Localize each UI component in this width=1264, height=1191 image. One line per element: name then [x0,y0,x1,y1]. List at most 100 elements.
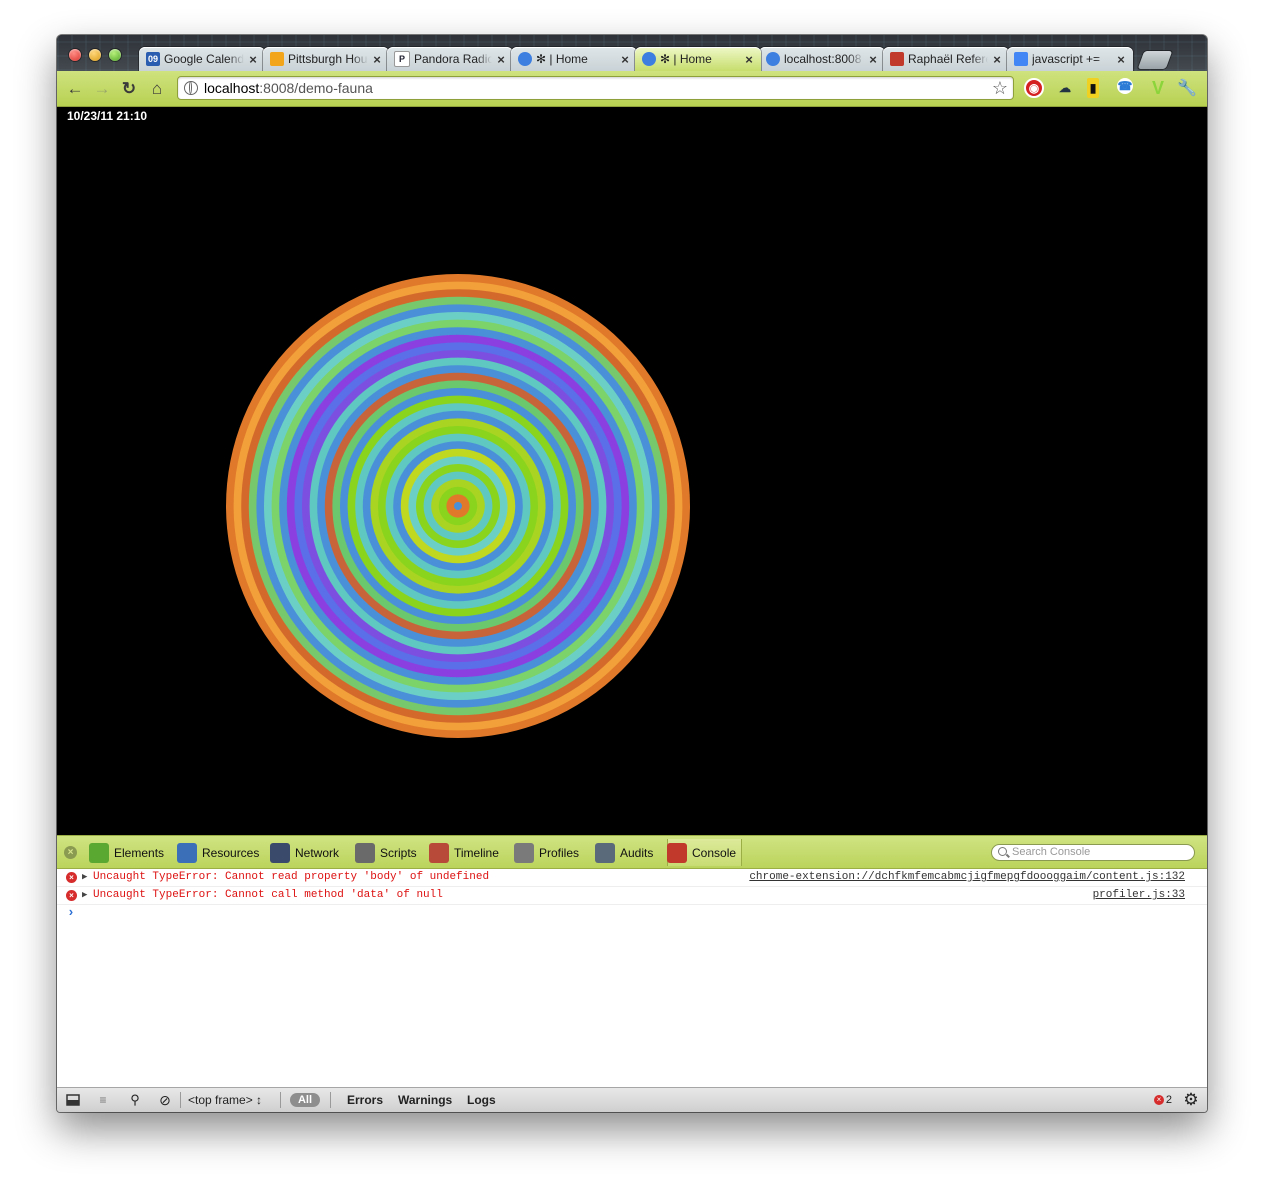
devtools-close-icon[interactable]: × [64,846,77,859]
separator [180,1092,181,1108]
url-path: :8008/demo-fauna [259,80,373,96]
elements-icon [89,842,109,863]
audits-icon [595,842,615,863]
cloud-extension-icon[interactable]: ☁ [1055,78,1075,98]
stop-extension-icon[interactable]: ◉ [1024,78,1044,98]
close-tab-icon[interactable]: × [247,52,259,67]
close-tab-icon[interactable]: × [991,52,1003,67]
zoom-window-button[interactable] [109,49,121,61]
devtools-tab-label: Scripts [380,845,417,860]
error-text: Uncaught TypeError: Cannot call method '… [93,889,443,901]
expand-triangle-icon[interactable]: ▶ [82,869,87,886]
tab-title: Pittsburgh Hourly [288,52,368,66]
frame-selector-label: <top frame> [188,1093,253,1107]
devtools-tab-timeline[interactable]: Timeline [429,839,499,866]
search-icon[interactable]: ⚲ [127,1092,143,1108]
globe-icon [184,81,198,95]
close-tab-icon[interactable]: × [619,52,631,67]
close-tab-icon[interactable]: × [867,52,879,67]
bookmark-star-icon[interactable]: ☆ [992,78,1008,99]
browser-tab[interactable]: 09 Google Calendar× [139,47,265,71]
filter-warnings-button[interactable]: Warnings [398,1093,452,1107]
tab-title: Pandora Radio [414,52,492,66]
devtools-tab-label: Audits [620,845,654,860]
devtools-tab-resources[interactable]: Resources [177,839,259,866]
error-text: Uncaught TypeError: Cannot read property… [93,871,490,883]
timeline-icon [429,842,449,863]
separator [330,1092,331,1108]
devtools-tab-label: Console [692,845,737,860]
page-content: 10/23/11 21:10 [57,107,1207,835]
forward-icon[interactable]: → [92,79,112,99]
console-prompt[interactable]: › [57,905,1207,921]
tab-title: Raphaël Reference [908,52,988,66]
error-icon: × [1154,1095,1164,1105]
home-icon[interactable]: ⌂ [147,79,167,99]
wrench-icon[interactable]: 🔧 [1177,78,1197,98]
back-icon[interactable]: ← [65,79,85,99]
close-tab-icon[interactable]: × [1115,52,1127,67]
browser-tab[interactable]: localhost:8008 × [759,47,885,71]
phone-extension-icon[interactable]: ▮ [1087,78,1099,98]
v-extension-icon[interactable]: V [1148,78,1168,98]
close-tab-icon[interactable]: × [495,52,507,67]
browser-tab[interactable]: javascript += × [1007,47,1133,71]
raphael-icon [890,52,904,66]
error-count[interactable]: × 2 [1154,1092,1172,1108]
expand-triangle-icon[interactable]: ▶ [82,887,87,904]
close-window-button[interactable] [69,49,81,61]
devtools-tab-label: Profiles [539,845,580,860]
error-source-link[interactable]: profiler.js:33 [1093,887,1185,904]
filter-errors-button[interactable]: Errors [347,1093,383,1107]
close-tab-icon[interactable]: × [371,52,383,67]
devtools-tab-profiles[interactable]: Profiles [514,839,579,866]
search-console-placeholder: Search Console [1012,846,1091,858]
devtools-toolbar: × Elements Resources Network Scripts Timelin… [57,835,1207,869]
dock-icon[interactable] [65,1092,81,1108]
tab-title: ✻ | Home [536,52,588,66]
globe-icon [518,52,532,66]
filter-logs-button[interactable]: Logs [467,1093,496,1107]
profiles-icon [514,842,534,863]
devtools-tab-audits[interactable]: Audits [595,839,653,866]
error-count-value: 2 [1165,1094,1172,1106]
reload-icon[interactable]: ↻ [119,79,139,99]
search-console-input[interactable]: Search Console [991,844,1195,861]
concentric-rings-graphic [226,274,690,738]
clear-console-icon[interactable]: ⊘ [157,1092,173,1108]
devtools-tab-scripts[interactable]: Scripts [355,839,417,866]
devtools-tab-label: Timeline [454,845,499,860]
chat-extension-icon[interactable]: ☎ [1117,78,1133,94]
console-error-message[interactable]: × ▶ Uncaught TypeError: Cannot call method… [57,887,1207,905]
error-source-link[interactable]: chrome-extension://dchfkmfemcabmcjigfmep… [749,869,1185,886]
browser-tab[interactable]: Raphaël Reference× [883,47,1009,71]
separator [280,1092,281,1108]
tab-strip: 09Google Calendar×Pittsburgh Hourly×PPan… [57,35,1207,71]
error-icon: × [66,872,77,883]
browser-tab[interactable]: Pittsburgh Hourly× [263,47,389,71]
devtools-tab-network[interactable]: Network [270,839,339,866]
console-output[interactable]: × ▶ Uncaught TypeError: Cannot read proper… [57,869,1207,1087]
calendar-icon: 09 [146,52,160,66]
devtools-tab-console[interactable]: Console [667,839,743,866]
tab-title: ✻ | Home [660,52,712,66]
frame-selector[interactable]: <top frame> ↕ [188,1093,262,1107]
new-tab-button[interactable] [1137,51,1173,69]
devtools-tab-elements[interactable]: Elements [89,839,164,866]
browser-tab[interactable]: ✻ | Home × [635,47,761,71]
devtools-panel: × Elements Resources Network Scripts Timelin… [57,835,1207,1112]
tab-title: Google Calendar [164,52,244,66]
filter-all-button[interactable]: All [290,1093,320,1107]
settings-gear-icon[interactable]: ⚙ [1182,1090,1200,1109]
browser-tab[interactable]: ✻ | Home × [511,47,637,71]
minimize-window-button[interactable] [89,49,101,61]
tab-title: javascript += [1032,52,1101,66]
console-error-message[interactable]: × ▶ Uncaught TypeError: Cannot read proper… [57,869,1207,887]
console-drawer-icon[interactable]: ≡ [95,1092,111,1108]
close-tab-icon[interactable]: × [743,52,755,67]
devtools-tab-label: Resources [202,845,260,860]
address-bar[interactable]: localhost:8008/demo-fauna ☆ [177,76,1014,100]
tab-list: 09Google Calendar×Pittsburgh Hourly×PPan… [139,47,1173,71]
browser-tab[interactable]: P Pandora Radio × [387,47,513,71]
address-text: localhost:8008/demo-fauna [204,80,373,96]
